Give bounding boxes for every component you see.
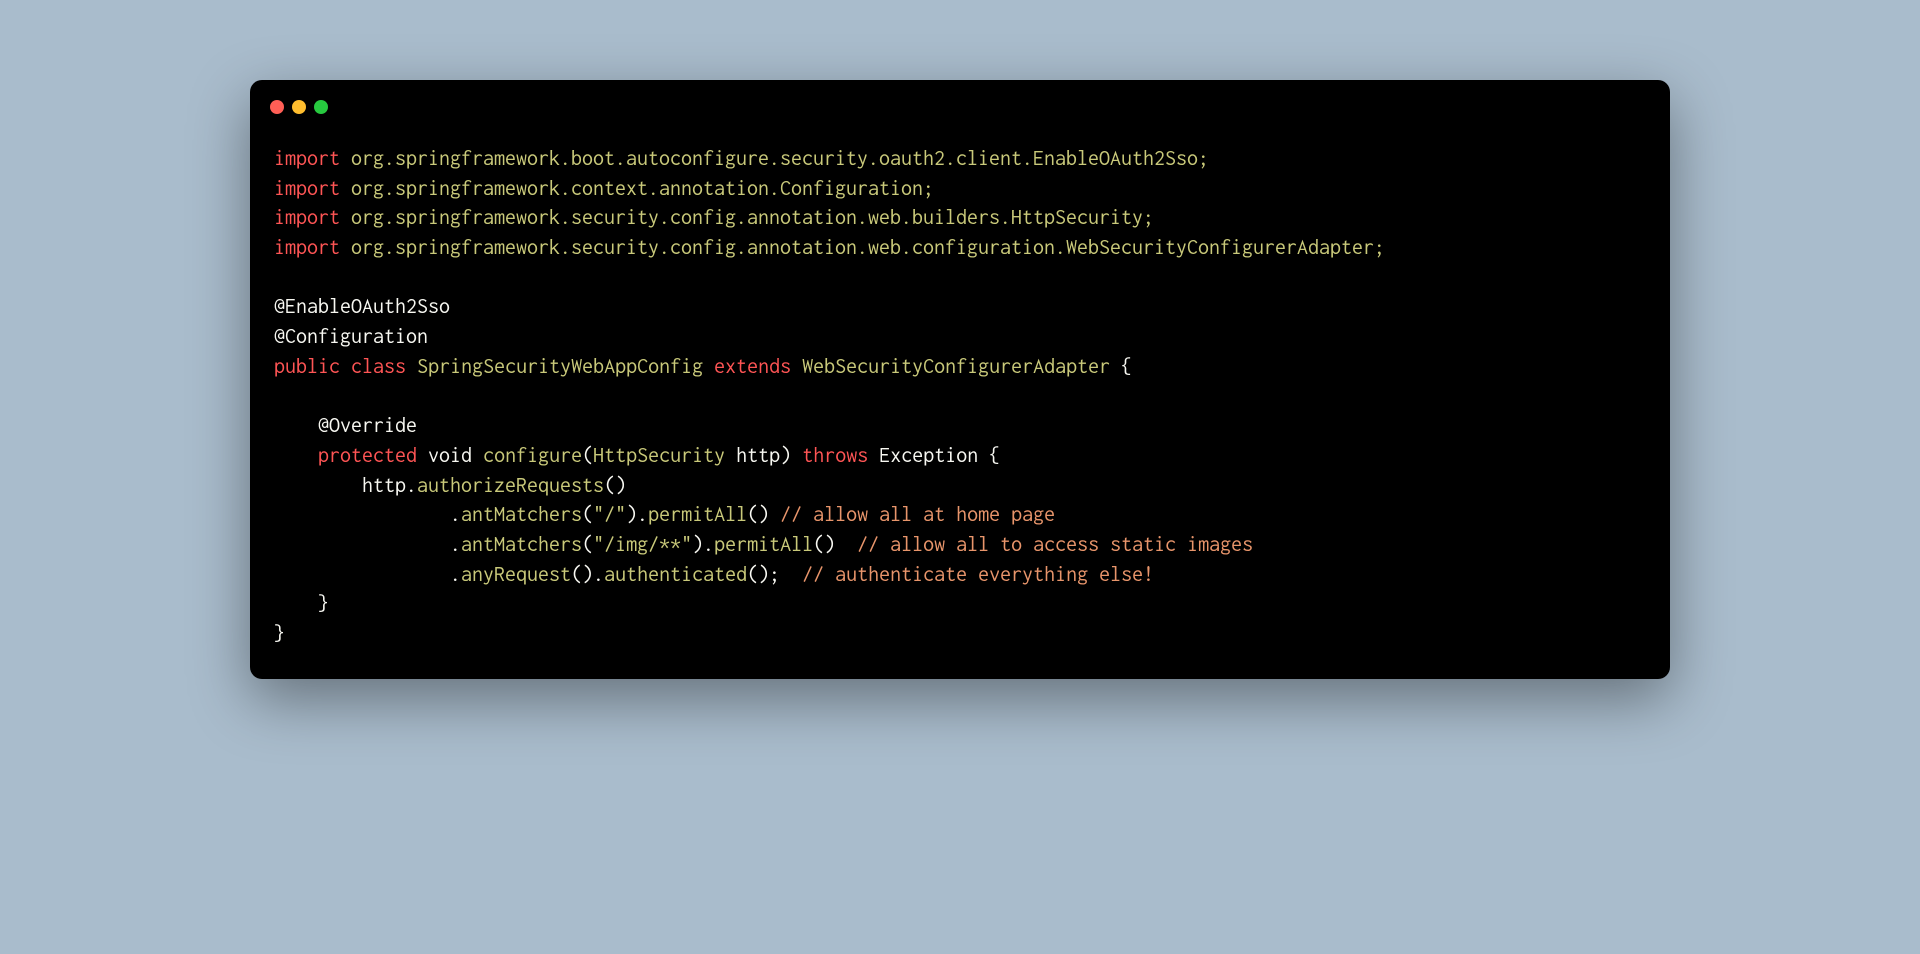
close-brace: }: [318, 592, 329, 615]
window-controls: [250, 80, 1670, 124]
keyword-import: import: [274, 236, 340, 259]
annotation-override: @Override: [318, 414, 417, 437]
code-line-6: @EnableOAuth2Sso: [274, 292, 1646, 322]
code-line-8: public class SpringSecurityWebAppConfig …: [274, 352, 1646, 382]
code-line-16: }: [274, 589, 1646, 619]
param-name: http: [736, 444, 780, 467]
code-editor[interactable]: import org.springframework.boot.autoconf…: [250, 124, 1670, 679]
close-brace: }: [274, 622, 285, 645]
blank-line: [274, 263, 1646, 293]
annotation: @EnableOAuth2Sso: [274, 295, 450, 318]
method-call: authenticated: [604, 563, 747, 586]
keyword-import: import: [274, 206, 340, 229]
code-line-3: import org.springframework.security.conf…: [274, 203, 1646, 233]
code-line-17: }: [274, 619, 1646, 649]
param-type: HttpSecurity: [593, 444, 725, 467]
code-line-4: import org.springframework.security.conf…: [274, 233, 1646, 263]
import-path: org.springframework.security.config.anno…: [340, 236, 1385, 259]
keyword-throws: throws: [802, 444, 868, 467]
terminal-window: import org.springframework.boot.autoconf…: [250, 80, 1670, 679]
method-name: configure: [483, 444, 582, 467]
code-line-2: import org.springframework.context.annot…: [274, 174, 1646, 204]
string-literal: "/": [593, 503, 626, 526]
keyword-class: class: [351, 355, 406, 378]
import-path: org.springframework.context.annotation.C…: [340, 177, 934, 200]
close-icon[interactable]: [270, 100, 284, 114]
annotation: @Configuration: [274, 325, 428, 348]
method-call: permitAll: [648, 503, 747, 526]
keyword-extends: extends: [714, 355, 791, 378]
comment: // allow all to access static images: [857, 533, 1253, 556]
variable: http: [362, 474, 406, 497]
keyword-import: import: [274, 177, 340, 200]
class-name: SpringSecurityWebAppConfig: [417, 355, 703, 378]
code-line-15: .anyRequest().authenticated(); // authen…: [274, 560, 1646, 590]
code-line-13: .antMatchers("/").permitAll() // allow a…: [274, 500, 1646, 530]
import-path: org.springframework.boot.autoconfigure.s…: [340, 147, 1209, 170]
minimize-icon[interactable]: [292, 100, 306, 114]
method-call: antMatchers: [461, 533, 582, 556]
method-call: authorizeRequests: [417, 474, 604, 497]
keyword-void: void: [428, 444, 472, 467]
string-literal: "/img/**": [593, 533, 692, 556]
method-call: anyRequest: [461, 563, 571, 586]
import-path: org.springframework.security.config.anno…: [340, 206, 1154, 229]
keyword-protected: protected: [318, 444, 417, 467]
keyword-public: public: [274, 355, 340, 378]
maximize-icon[interactable]: [314, 100, 328, 114]
method-call: permitAll: [714, 533, 813, 556]
code-line-10: @Override: [274, 411, 1646, 441]
code-line-11: protected void configure(HttpSecurity ht…: [274, 441, 1646, 471]
keyword-import: import: [274, 147, 340, 170]
code-line-14: .antMatchers("/img/**").permitAll() // a…: [274, 530, 1646, 560]
code-line-12: http.authorizeRequests(): [274, 471, 1646, 501]
exception-type: Exception: [879, 444, 978, 467]
code-line-7: @Configuration: [274, 322, 1646, 352]
comment: // allow all at home page: [780, 503, 1055, 526]
method-call: antMatchers: [461, 503, 582, 526]
code-line-1: import org.springframework.boot.autoconf…: [274, 144, 1646, 174]
comment: // authenticate everything else!: [802, 563, 1154, 586]
blank-line: [274, 382, 1646, 412]
super-type: WebSecurityConfigurerAdapter: [802, 355, 1110, 378]
